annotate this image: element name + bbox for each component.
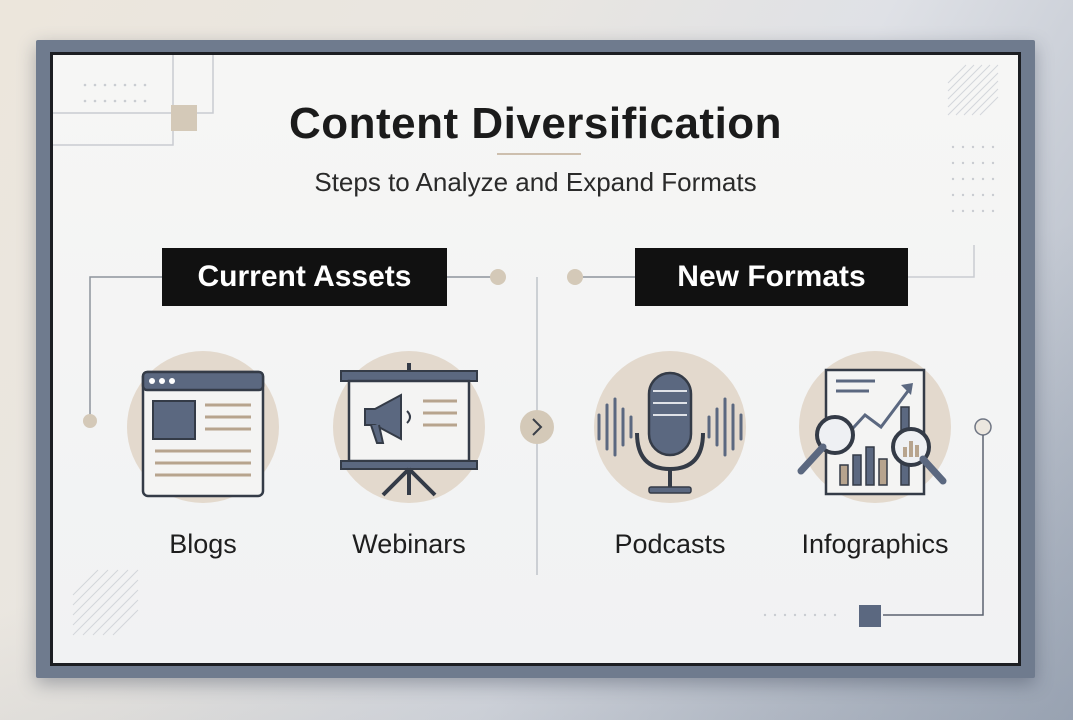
connector-dot-mid-right	[567, 269, 583, 285]
connector-dot-right	[974, 418, 992, 436]
item-label-infographics: Infographics	[801, 529, 949, 559]
square-marker-bottom-right	[859, 605, 881, 627]
section-label-current-assets: Current Assets	[162, 248, 447, 306]
section-label-new-formats: New Formats	[635, 248, 908, 306]
presentation-megaphone-icon	[333, 351, 485, 503]
connector-right-top	[908, 245, 975, 278]
frame-border: Content Diversification Steps to Analyze…	[50, 52, 1021, 666]
item-label-blogs: Blogs	[169, 529, 237, 559]
chart-magnifier-icon	[797, 351, 951, 503]
page-subtitle: Steps to Analyze and Expand Formats	[314, 167, 757, 197]
arrow-circle	[520, 410, 554, 444]
picture-frame: Content Diversification Steps to Analyze…	[36, 40, 1035, 678]
page-title: Content Diversification	[288, 99, 783, 148]
dot-row-bottom-right	[763, 613, 837, 617]
item-label-podcasts: Podcasts	[614, 529, 726, 559]
title-divider	[497, 153, 581, 155]
browser-page-icon	[127, 351, 279, 503]
hatch-bottom-left	[72, 569, 139, 636]
microphone-icon	[594, 351, 746, 503]
slide-canvas: Content Diversification Steps to Analyze…	[53, 55, 1018, 663]
connector-dot-mid-left	[490, 269, 506, 285]
connector-dot-left	[83, 414, 97, 428]
item-label-webinars: Webinars	[352, 529, 466, 559]
